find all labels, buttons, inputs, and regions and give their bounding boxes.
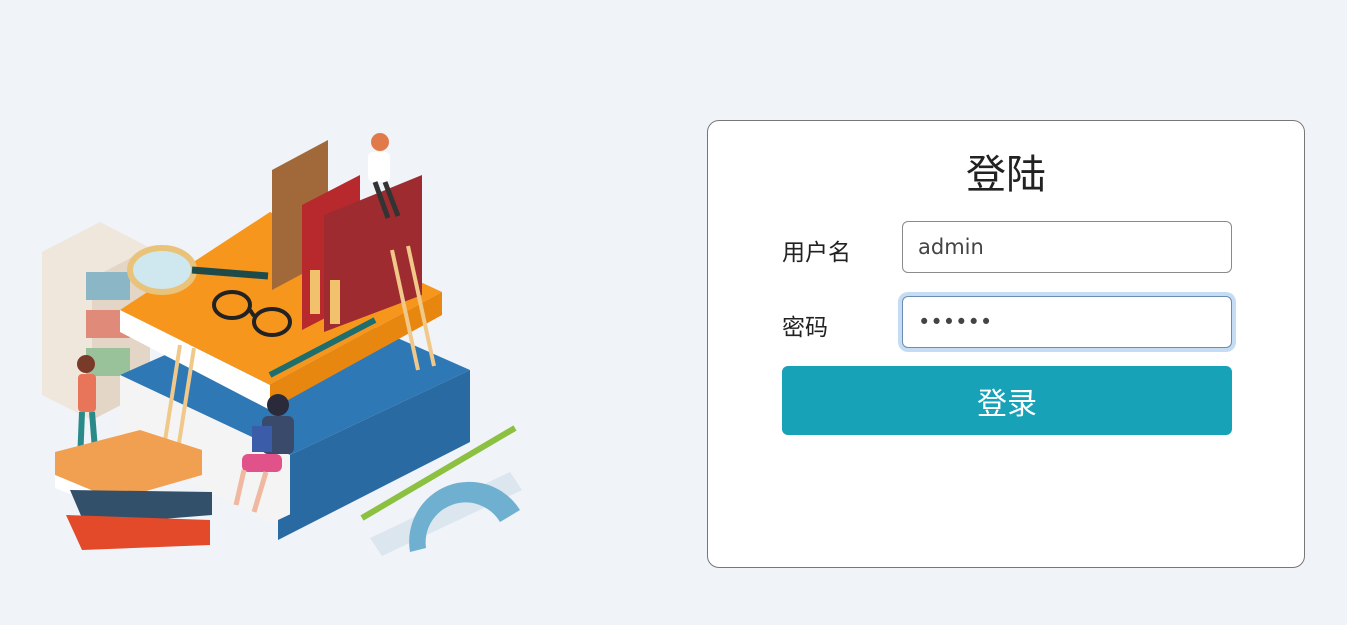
books-illustration: [42, 133, 522, 556]
username-input[interactable]: [902, 221, 1232, 273]
small-books-icon: [55, 430, 212, 550]
login-card: 登陆 用户名 密码 登录: [707, 120, 1305, 568]
password-input[interactable]: [902, 296, 1232, 348]
username-label: 用户名: [782, 240, 851, 266]
password-label: 密码: [782, 315, 828, 341]
login-title: 登陆: [966, 152, 1046, 198]
login-button[interactable]: 登录: [782, 366, 1232, 435]
protractor-icon: [370, 472, 522, 556]
